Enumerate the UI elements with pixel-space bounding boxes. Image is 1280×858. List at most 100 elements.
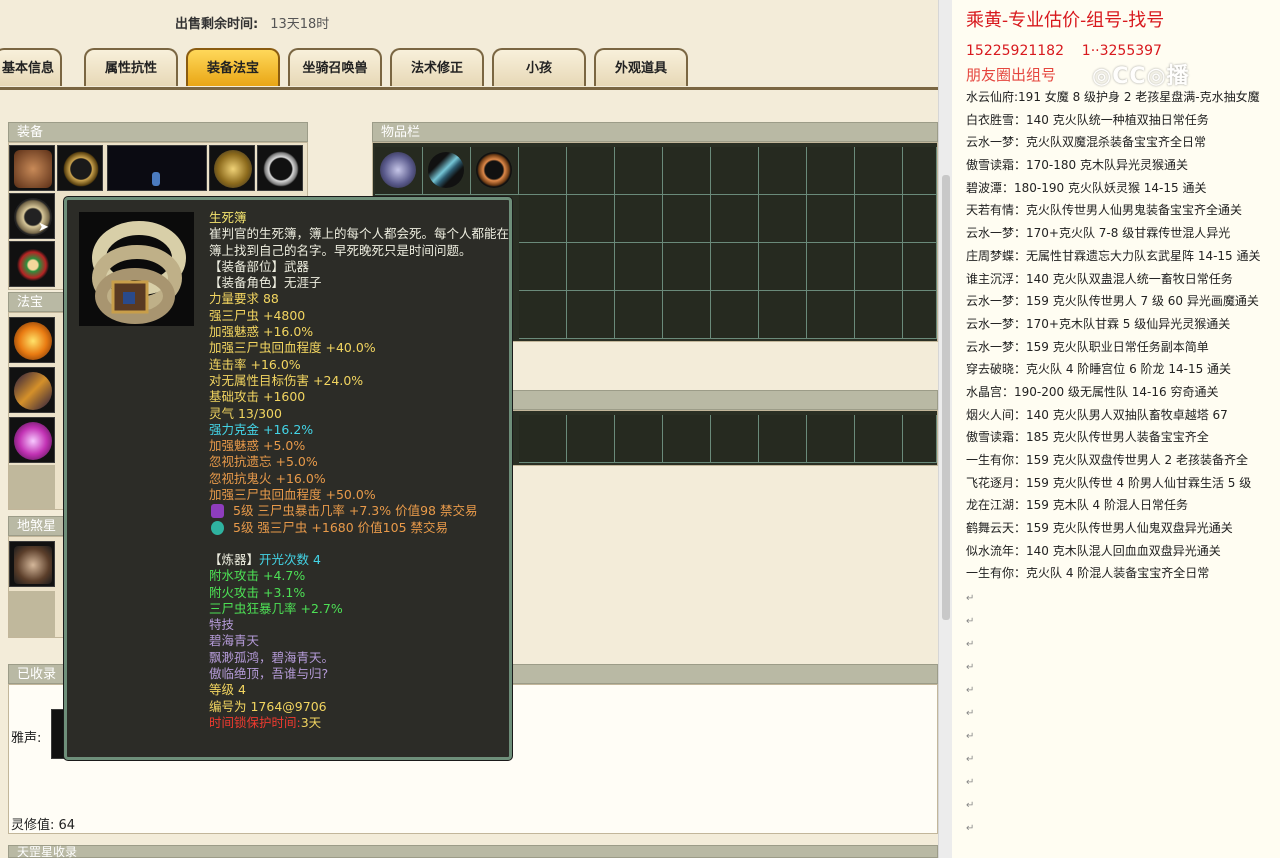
item-description: 崔判官的生死簿，簿上的每个人都会死。每个人都能在簿上找到自己的名字。早死晚死只是… [209,226,510,258]
fabao-slot-empty[interactable] [9,465,55,509]
paragraph-mark: ↵ [966,593,975,604]
tab-attributes[interactable]: 属性抗性 [84,48,178,86]
equip-slot-helmet[interactable] [209,145,255,191]
paragraph-mark: ↵ [966,616,975,627]
inventory-cell[interactable] [855,243,903,291]
vertical-scrollbar[interactable] [938,0,953,858]
whip-icon [476,152,512,188]
inventory-cell[interactable] [663,147,711,195]
note-line: 水云仙府:191 女魔 8 级护身 2 老孩星盘满-克水抽女魔 [966,90,1260,104]
inventory-cell[interactable] [807,291,855,339]
tab-basic-info[interactable]: 基本信息 [0,48,62,86]
tab-spell-correction[interactable]: 法术修正 [390,48,484,86]
inventory-cell[interactable] [519,291,567,339]
storage-cell[interactable] [759,415,807,463]
storage-cell[interactable] [711,415,759,463]
scrollbar-thumb[interactable] [942,175,950,620]
inventory-cell[interactable] [615,195,663,243]
disha-slot-empty[interactable] [9,591,55,637]
equip-slot-armor[interactable] [9,145,55,191]
storage-cell[interactable] [663,415,711,463]
lingxiu-value: 64 [58,818,76,833]
tab-children[interactable]: 小孩 [492,48,586,86]
inventory-cell[interactable] [903,243,937,291]
inventory-cell[interactable] [711,195,759,243]
stat-line: 加强三尸虫回血程度 +50.0% [209,487,376,503]
stat-line: 忽视抗鬼火 +16.0% [209,470,326,486]
storage-cell[interactable] [903,415,937,463]
equip-slot-chain[interactable] [257,145,303,191]
equip-slot-necklace[interactable] [57,145,103,191]
sword-icon [428,152,464,188]
inventory-cell[interactable] [759,147,807,195]
paragraph-mark: ↵ [966,754,975,765]
inventory-cell[interactable] [615,291,663,339]
inventory-cell[interactable] [807,243,855,291]
tab-mounts-summons[interactable]: 坐骑召唤兽 [288,48,382,86]
inventory-cell[interactable] [663,195,711,243]
inventory-cell[interactable] [519,147,567,195]
inventory-cell[interactable] [759,291,807,339]
refine-value: 开光次数 4 [259,551,321,567]
mouse-cursor-icon: ➤ [38,220,49,235]
inventory-cell[interactable] [903,147,937,195]
storage-cell[interactable] [615,415,663,463]
note-line: 碧波潭：180-190 克火队妖灵猴 14-15 通关 [966,180,1207,195]
fire-orb-icon [14,322,52,360]
inventory-cell[interactable] [711,243,759,291]
inventory-cell[interactable] [567,195,615,243]
yasheng-slot[interactable] [51,709,65,759]
fabao-slot-1[interactable] [9,317,55,363]
tab-equipment[interactable]: 装备法宝 [186,48,280,86]
inventory-cell[interactable] [855,147,903,195]
inventory-cell[interactable] [903,195,937,243]
lingxiu-stat: 灵修值: 64 [11,814,75,833]
storage-cell[interactable] [855,415,903,463]
fabao-slot-3[interactable] [9,417,55,463]
inventory-cell[interactable] [567,243,615,291]
inventory-cell[interactable] [663,243,711,291]
inventory-cell[interactable] [663,291,711,339]
inventory-cell[interactable] [807,147,855,195]
refine-line: 【炼器】开光次数 4 [209,552,509,568]
stat-line: 加强三尸虫回血程度 +40.0% [209,340,376,356]
inventory-cell[interactable] [711,147,759,195]
item-level: 等级 4 [209,682,246,698]
inventory-item-whip[interactable] [471,147,519,195]
contact-phones: 15225921182 1··3255397 [966,43,1162,59]
disha-slot-1[interactable] [9,541,55,587]
equip-slot-weapon[interactable]: ➤ [9,193,55,239]
storage-cell[interactable] [567,415,615,463]
note-line: 谁主沉浮：140 克火队双蛊混人统一畜牧日常任务 [966,271,1233,286]
note-line: 云水一梦：克火队双魔混杀装备宝宝齐全日常 [966,135,1207,150]
inventory-cell[interactable] [519,243,567,291]
inventory-cell[interactable] [567,291,615,339]
gem-text: 5级 三尸虫暴击几率 +7.3% 价值98 禁交易 [233,503,478,519]
inventory-item-sword[interactable] [423,147,471,195]
equip-slot-jade[interactable] [9,241,55,287]
stat-line: 强三尸虫 +4800 [209,307,306,323]
paragraph-mark: ↵ [966,639,975,650]
inventory-cell[interactable] [903,291,937,339]
note-line: 天若有情：克火队传世男人仙男鬼装备宝宝齐全通关 [966,203,1243,218]
inventory-cell[interactable] [855,195,903,243]
tab-appearance[interactable]: 外观道具 [594,48,688,86]
fabao-slot-2[interactable] [9,367,55,413]
paragraph-mark: ↵ [966,823,975,834]
inventory-cell[interactable] [615,147,663,195]
game-window: 出售剩余时间: 13天18时 基本信息 属性抗性 装备法宝 坐骑召唤兽 法术修正 … [0,0,938,858]
inventory-cell[interactable] [567,147,615,195]
stat-line: 加强魅惑 +5.0% [209,438,306,454]
paragraph-mark: ↵ [966,662,975,673]
inventory-cell[interactable] [807,195,855,243]
inventory-item-boots[interactable] [375,147,423,195]
inventory-cell[interactable] [519,195,567,243]
inventory-cell[interactable] [855,291,903,339]
inventory-cell[interactable] [759,195,807,243]
storage-cell[interactable] [519,415,567,463]
inventory-cell[interactable] [615,243,663,291]
refine-stat: 附火攻击 +3.1% [209,584,306,600]
inventory-cell[interactable] [759,243,807,291]
storage-cell[interactable] [807,415,855,463]
inventory-cell[interactable] [711,291,759,339]
